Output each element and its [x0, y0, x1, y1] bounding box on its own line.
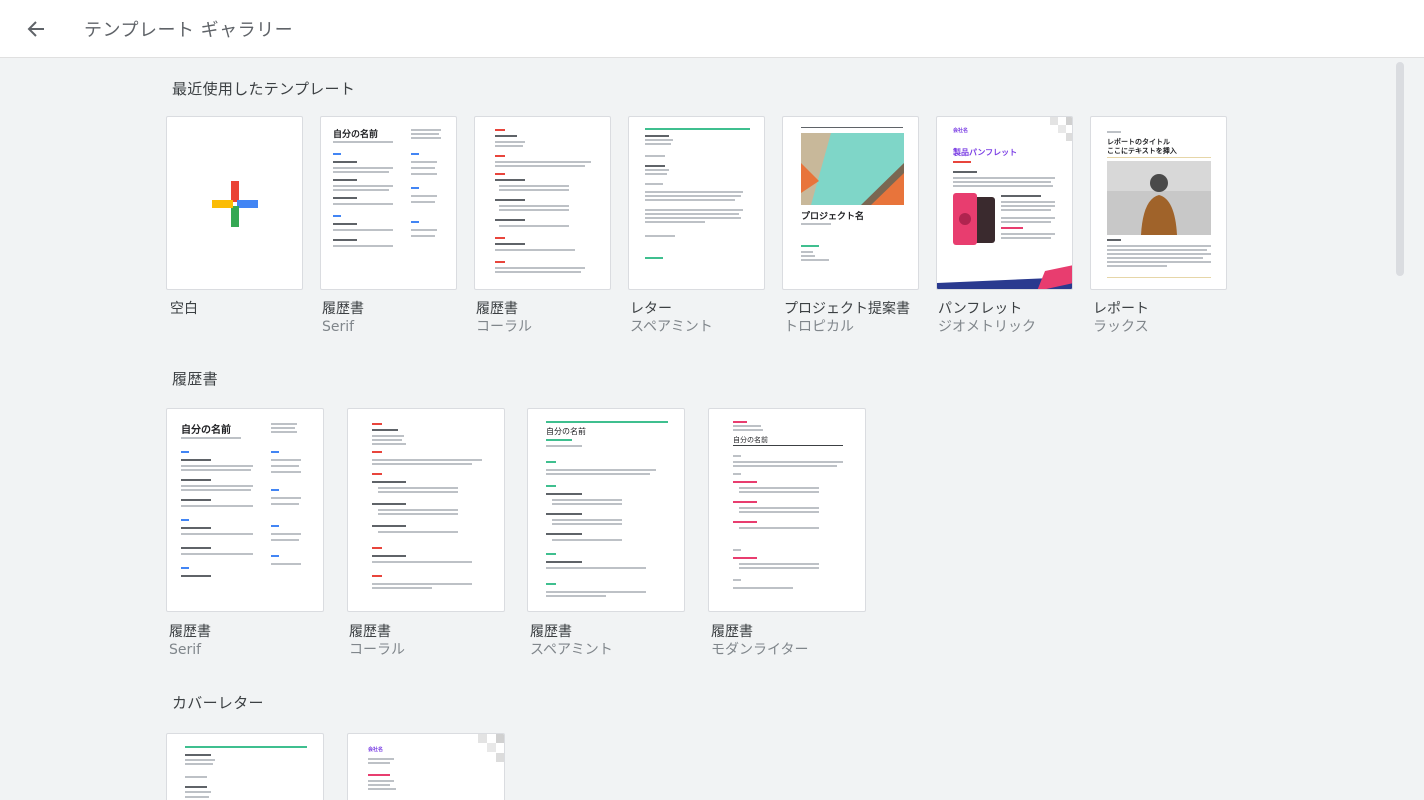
phone-image: [953, 193, 995, 245]
template-caption: 履歴書 コーラル: [476, 301, 532, 335]
template-caption: 履歴書 Serif: [322, 301, 364, 335]
template-caption: 履歴書 モダンライター: [711, 624, 809, 658]
template-cover-letter-geometric[interactable]: 会社名: [347, 733, 505, 800]
template-cover-letter-spearmint[interactable]: [166, 733, 324, 800]
template-project-proposal-tropical[interactable]: プロジェクト名: [782, 116, 919, 290]
section-title-resume: 履歴書: [172, 370, 218, 388]
template-caption: プロジェクト提案書 トロピカル: [784, 301, 910, 335]
template-report-lux[interactable]: レポートのタイトル ここにテキストを挿入: [1090, 116, 1227, 290]
template-caption: レポート ラックス: [1093, 301, 1149, 335]
template-blank[interactable]: [166, 116, 303, 290]
arrow-back-icon[interactable]: [20, 13, 52, 45]
template-resume-serif[interactable]: 自分の名前: [320, 116, 457, 290]
geometric-illustration: [801, 133, 904, 205]
section-title-recent: 最近使用したテンプレート: [172, 80, 356, 98]
template-caption: 履歴書 Serif: [169, 624, 211, 658]
template-caption: パンフレット ジオメトリック: [938, 301, 1036, 335]
template-resume-coral[interactable]: [347, 408, 505, 612]
top-bar: テンプレート ギャラリー: [0, 0, 1424, 58]
template-resume-modern-writer[interactable]: 自分の名前: [708, 408, 866, 612]
template-resume-coral[interactable]: [474, 116, 611, 290]
template-caption: レター スペアミント: [630, 301, 713, 335]
plus-icon: [212, 181, 258, 227]
page-title: テンプレート ギャラリー: [84, 20, 294, 41]
template-pamphlet-geometric[interactable]: 会社名 製品パンフレット: [936, 116, 1073, 290]
template-resume-serif[interactable]: 自分の名前: [166, 408, 324, 612]
section-title-cover-letter: カバーレター: [172, 694, 264, 712]
template-letter-spearmint[interactable]: [628, 116, 765, 290]
template-caption: 履歴書 スペアミント: [530, 624, 613, 658]
report-photo: [1107, 161, 1211, 235]
template-caption: 履歴書 コーラル: [349, 624, 405, 658]
scrollbar[interactable]: [1396, 62, 1404, 276]
template-resume-spearmint[interactable]: 自分の名前: [527, 408, 685, 612]
template-caption: 空白: [170, 301, 198, 317]
